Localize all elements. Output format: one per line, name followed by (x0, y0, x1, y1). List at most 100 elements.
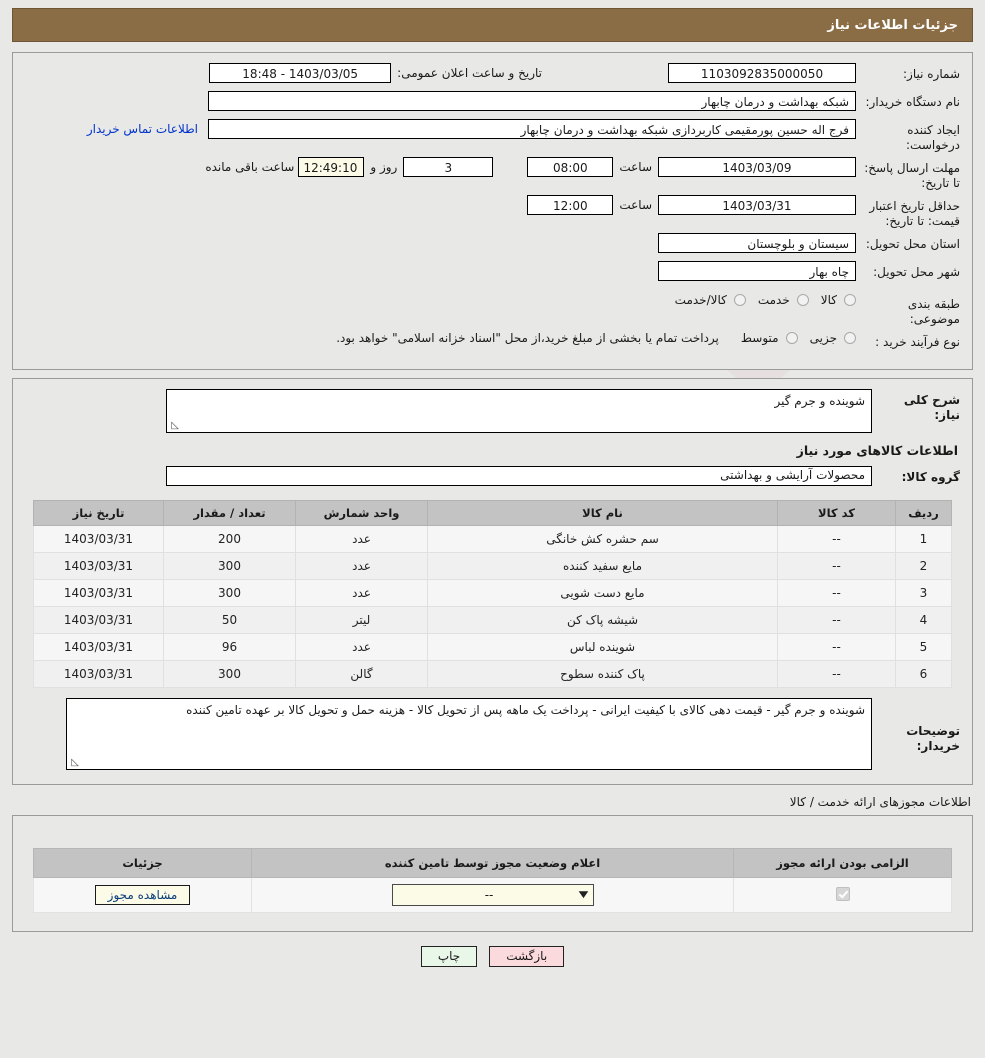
row-summary: شرح کلی نیاز: شوینده و جرم گیر ◺ (25, 389, 960, 433)
cell-code: -- (777, 633, 896, 661)
cell-code: -- (777, 552, 896, 580)
cell-row: 5 (895, 633, 952, 661)
row-province: استان محل تحویل: سیستان و بلوچستان (25, 233, 960, 257)
permits-col-status: اعلام وضعیت مجوز توسط تامین کننده (251, 848, 734, 878)
cell-unit: لیتر (295, 606, 428, 634)
city-label: شهر محل تحویل: (873, 265, 960, 279)
creator-field[interactable]: فرج اله حسین پورمقیمی کاربردازی شبکه بهد… (208, 119, 856, 139)
goods-group-field[interactable]: محصولات آرایشی و بهداشتی (166, 466, 872, 486)
deadline-date-field[interactable]: 1403/03/09 (658, 157, 856, 177)
permit-required-cell (733, 877, 952, 913)
cell-name: شیشه پاک کن (427, 606, 778, 634)
table-row: 1 -- سم حشره کش خانگی عدد 200 1403/03/31 (33, 525, 952, 553)
process-radio-jozi[interactable]: جزیی (798, 331, 856, 345)
need-number-field[interactable]: 1103092835000050 (668, 63, 856, 83)
table-row: 6 -- پاک کننده سطوح گالن 300 1403/03/31 (33, 660, 952, 688)
resize-grip-icon[interactable]: ◺ (169, 421, 179, 431)
goods-group-label: گروه کالا: (901, 470, 960, 484)
table-row: 4 -- شیشه پاک کن لیتر 50 1403/03/31 (33, 606, 952, 634)
permits-table: الزامی بودن ارائه مجوز اعلام وضعیت مجوز … (33, 848, 952, 913)
province-label: استان محل تحویل: (865, 237, 960, 251)
row-creator: ایجاد کننده درخواست: فرج اله حسین پورمقی… (25, 119, 960, 153)
goods-table-wrap: ردیف کد کالا نام کالا واحد شمارش تعداد /… (33, 500, 952, 688)
footer-actions: بازگشت چاپ (0, 946, 985, 967)
need-number-label: شماره نیاز: (903, 67, 960, 81)
need-info-panel: شماره نیاز: 1103092835000050 تاریخ و ساع… (12, 52, 973, 370)
buyer-org-field[interactable]: شبکه بهداشت و درمان چابهار (208, 91, 856, 111)
countdown-field: 12:49:10 (298, 157, 365, 177)
table-row: 2 -- مایع سفید کننده عدد 300 1403/03/31 (33, 552, 952, 580)
view-permit-button[interactable]: مشاهده مجوز (94, 885, 191, 905)
cell-code: -- (777, 606, 896, 634)
permits-col-details: جزئیات (33, 848, 252, 878)
price-validity-date-field[interactable]: 1403/03/31 (658, 195, 856, 215)
cell-qty: 300 (163, 660, 296, 688)
back-button[interactable]: بازگشت (489, 946, 565, 967)
deadline-time-field[interactable]: 08:00 (527, 157, 614, 177)
category-label: طبقه بندی موضوعی: (907, 297, 960, 326)
need-detail-panel: شرح کلی نیاز: شوینده و جرم گیر ◺ اطلاعات… (12, 378, 973, 785)
countdown-label: ساعت باقی مانده (205, 160, 295, 174)
radio-icon-kala-khedmat[interactable] (733, 294, 746, 306)
announce-date-field[interactable]: 1403/03/05 - 18:48 (209, 63, 392, 83)
process-option-0-label: جزیی (809, 331, 837, 345)
cell-qty: 96 (163, 633, 296, 661)
cell-unit: عدد (295, 633, 428, 661)
cell-code: -- (777, 660, 896, 688)
row-goods-group: گروه کالا: محصولات آرایشی و بهداشتی (25, 466, 960, 490)
summary-label: شرح کلی نیاز: (903, 393, 960, 422)
goods-col-code: کد کالا (777, 500, 896, 526)
goods-col-qty: تعداد / مقدار (163, 500, 296, 526)
cell-name: مایع دست شویی (427, 579, 778, 607)
print-button[interactable]: چاپ (420, 946, 478, 967)
resize-grip-icon[interactable]: ◺ (69, 758, 79, 768)
category-radio-kala[interactable]: کالا (809, 293, 856, 307)
announce-label: تاریخ و ساعت اعلان عمومی: (397, 66, 542, 80)
radio-icon-jozi[interactable] (844, 332, 856, 344)
radio-icon-motavaset[interactable] (785, 332, 798, 344)
radio-icon-khedmat[interactable] (796, 294, 809, 306)
price-validity-label: حداقل تاریخ اعتبار قیمت: تا تاریخ: (869, 199, 960, 228)
permits-table-header-row: الزامی بودن ارائه مجوز اعلام وضعیت مجوز … (33, 848, 952, 878)
cell-unit: عدد (295, 525, 428, 553)
cell-date: 1403/03/31 (33, 606, 164, 634)
category-radio-khedmat[interactable]: خدمت (746, 293, 809, 307)
province-field[interactable]: سیستان و بلوچستان (658, 233, 856, 253)
cell-unit: عدد (295, 552, 428, 580)
cell-row: 2 (895, 552, 952, 580)
cell-qty: 300 (163, 579, 296, 607)
category-radio-kala-khedmat[interactable]: کالا/خدمت (663, 293, 746, 307)
permits-panel: الزامی بودن ارائه مجوز اعلام وضعیت مجوز … (12, 815, 973, 932)
row-buyer-org: نام دستگاه خریدار: شبکه بهداشت و درمان چ… (25, 91, 960, 115)
cell-date: 1403/03/31 (33, 633, 164, 661)
cell-qty: 200 (163, 525, 296, 553)
row-category: طبقه بندی موضوعی: کالا خدمت کالا/خدمت (25, 293, 960, 327)
permit-status-select[interactable]: ▼ -- (391, 884, 594, 906)
process-radio-motavaset[interactable]: متوسط (729, 331, 798, 345)
row-process-type: نوع فرآیند خرید : جزیی متوسط پرداخت تمام… (25, 331, 960, 355)
summary-textarea[interactable]: شوینده و جرم گیر ◺ (166, 389, 872, 433)
cell-row: 1 (895, 525, 952, 553)
row-buyer-notes: توضیحات خریدار: شوینده و جرم گیر - قیمت … (25, 698, 960, 770)
deadline-label: مهلت ارسال پاسخ: تا تاریخ: (864, 161, 960, 190)
price-validity-time-field[interactable]: 12:00 (527, 195, 614, 215)
page-header: جزئیات اطلاعات نیاز (12, 8, 973, 42)
days-label: روز و (370, 160, 398, 174)
page-title: جزئیات اطلاعات نیاز (827, 17, 958, 33)
cell-date: 1403/03/31 (33, 660, 164, 688)
cell-date: 1403/03/31 (33, 579, 164, 607)
buyer-notes-label: توضیحات خریدار: (906, 724, 960, 753)
category-option-0-label: کالا (820, 293, 837, 307)
buyer-contact-link[interactable]: اطلاعات تماس خریدار (77, 122, 208, 136)
table-row: ▼ -- مشاهده مجوز (33, 877, 952, 913)
category-option-2-label: کالا/خدمت (674, 293, 727, 307)
radio-icon-kala[interactable] (844, 294, 856, 306)
goods-col-date: تاریخ نیاز (33, 500, 164, 526)
cell-date: 1403/03/31 (33, 552, 164, 580)
cell-qty: 50 (163, 606, 296, 634)
permit-status-cell: ▼ -- (251, 877, 734, 913)
cell-name: پاک کننده سطوح (427, 660, 778, 688)
cell-code: -- (777, 525, 896, 553)
buyer-notes-textarea[interactable]: شوینده و جرم گیر - قیمت دهی کالای با کیف… (66, 698, 872, 770)
city-field[interactable]: چاه بهار (658, 261, 856, 281)
